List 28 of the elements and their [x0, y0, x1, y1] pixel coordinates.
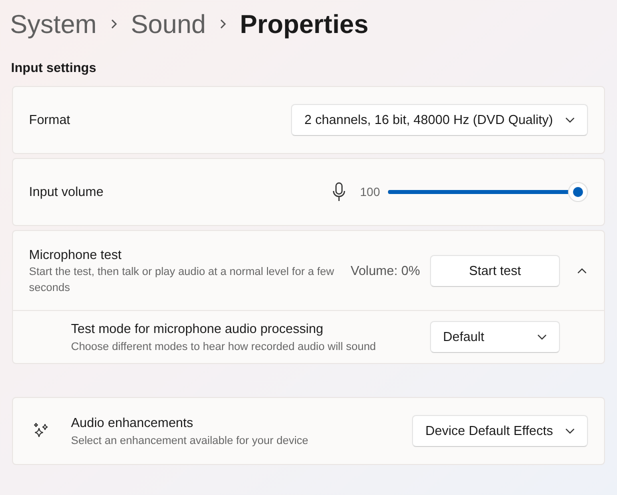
chevron-up-icon	[577, 268, 587, 274]
volume-reading: 100	[360, 184, 380, 201]
start-test-button[interactable]: Start test	[430, 254, 560, 286]
input-volume-label: Input volume	[29, 183, 104, 202]
test-mode-dropdown[interactable]: Default	[430, 321, 560, 353]
volume-percentage: Volume: 0%	[350, 262, 420, 280]
format-dropdown[interactable]: 2 channels, 16 bit, 48000 Hz (DVD Quality)	[291, 104, 588, 136]
chevron-down-icon	[565, 428, 575, 434]
breadcrumb-item: Properties	[240, 11, 368, 37]
expand-toggle[interactable]	[576, 268, 588, 274]
breadcrumb-item[interactable]: System	[10, 11, 97, 37]
chevron-down-icon	[565, 117, 575, 123]
breadcrumb-item[interactable]: Sound	[130, 11, 206, 37]
format-label: Format	[29, 111, 70, 130]
section-title: Input settings	[11, 58, 96, 77]
audio-enhancements-description: Select an enhancement available for your device	[71, 434, 310, 448]
microphone-icon[interactable]	[332, 182, 346, 202]
chevron-right-icon	[110, 19, 117, 29]
test-mode-description: Choose different modes to hear how recorded audio will sound	[71, 340, 377, 354]
slider-thumb[interactable]	[568, 182, 588, 202]
microphone-test-description: Start the test, then talk or play audio at a normal level for a few seconds	[29, 265, 336, 296]
chevron-right-icon	[220, 19, 226, 29]
chevron-down-icon	[537, 334, 547, 340]
microphone-test-title: Microphone test	[29, 246, 122, 264]
volume-slider[interactable]	[388, 182, 588, 202]
test-mode-title: Test mode for microphone audio processing	[71, 320, 324, 338]
audio-enhancements-title: Audio enhancements	[71, 414, 194, 432]
enhancements-dropdown[interactable]: Device Default Effects	[412, 415, 588, 447]
